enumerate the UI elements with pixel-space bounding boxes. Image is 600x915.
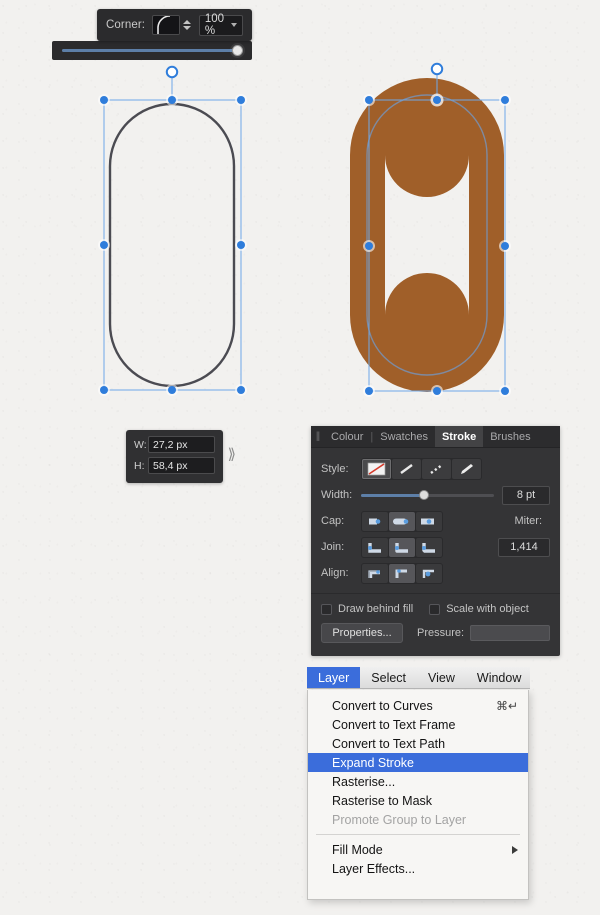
rotation-handle[interactable] [430, 62, 444, 76]
menu-layer[interactable]: Layer [307, 667, 361, 688]
width-row: Width: 8 pt [321, 482, 550, 508]
align-label: Align: [321, 567, 349, 579]
panel-bottom-row: Properties... Pressure: [311, 615, 560, 643]
rounded-corner-icon[interactable] [152, 15, 180, 35]
tab-swatches[interactable]: Swatches [373, 426, 435, 447]
pressure-curve-editor[interactable] [470, 625, 550, 641]
stroke-width-label: Width: [321, 489, 353, 501]
style-dashed-line-icon[interactable] [422, 459, 451, 479]
menu-select[interactable]: Select [360, 667, 417, 688]
menu-bar[interactable]: Layer Select View Window [307, 667, 530, 689]
menu-item-convert-to-text-frame[interactable]: Convert to Text Frame [308, 715, 528, 734]
corner-percent-value: 100 % [204, 13, 225, 37]
style-label: Style: [321, 463, 349, 475]
right-shape-group[interactable] [340, 55, 530, 415]
chevron-down-icon[interactable] [231, 23, 237, 27]
cap-round-icon[interactable] [389, 511, 415, 531]
draw-behind-fill-label: Draw behind fill [338, 603, 414, 615]
slider-fill [62, 49, 240, 52]
menu-item-expand-stroke[interactable]: Expand Stroke [308, 753, 528, 772]
menu-divider [316, 834, 520, 835]
miter-label: Miter: [514, 515, 543, 527]
dimensions-tooltip: W: 27,2 px H: 58,4 px ⟫ [126, 430, 236, 483]
menu-item-label: Fill Mode [332, 842, 383, 857]
cap-row: Cap: Miter: [321, 508, 550, 534]
cap-square-icon[interactable] [416, 511, 442, 531]
rotation-handle[interactable] [165, 65, 179, 79]
corner-percent-field[interactable]: 100 % [198, 13, 243, 37]
submenu-arrow-icon [512, 845, 518, 854]
width-row: W: 27,2 px [134, 436, 215, 453]
menu-window[interactable]: Window [466, 667, 530, 688]
panel-tab-bar[interactable]: || Colour | Swatches Stroke Brushes [311, 426, 560, 448]
slider-knob[interactable] [232, 45, 243, 56]
align-outside-icon[interactable] [416, 563, 442, 583]
properties-button[interactable]: Properties... [321, 623, 403, 643]
tab-colour[interactable]: Colour [324, 426, 370, 447]
menu-item-convert-to-text-path[interactable]: Convert to Text Path [308, 734, 528, 753]
link-ratio-icon[interactable]: ⟫ [228, 447, 236, 462]
stroke-panel-body: Style: Width: 8 pt Cap: Miter: Join: 1,4… [311, 448, 560, 586]
width-label: W: [134, 438, 147, 451]
panel-grip-icon[interactable]: || [311, 426, 324, 447]
stepper-icon[interactable] [182, 15, 191, 35]
join-button-group[interactable] [361, 536, 443, 558]
menu-item-promote-group-to-layer: Promote Group to Layer [332, 812, 467, 827]
menu-item-rasterise-to-mask[interactable]: Rasterise to Mask [308, 791, 528, 810]
checkbox-row: Draw behind fill Scale with object [311, 594, 560, 615]
style-button-group[interactable] [361, 458, 482, 480]
pressure-label: Pressure: [417, 627, 465, 639]
miter-input[interactable]: 1,414 [498, 537, 550, 557]
align-inside-icon[interactable] [362, 563, 388, 583]
menu-item-layer-effects[interactable]: Layer Effects... [308, 859, 528, 878]
width-input[interactable]: 27,2 px [148, 436, 215, 453]
join-label: Join: [321, 541, 345, 553]
stroke-width-input[interactable]: 8 pt [502, 485, 550, 505]
menu-item-shortcut: ⌘↵ [495, 698, 518, 713]
left-shape-group[interactable] [90, 60, 260, 410]
expanded-stroke-fill[interactable] [350, 78, 504, 392]
cap-label: Cap: [321, 515, 345, 527]
style-row: Style: [321, 456, 550, 482]
scale-with-object-label: Scale with object [446, 603, 529, 615]
selection-bbox [103, 99, 242, 391]
stroke-width-slider[interactable] [361, 482, 494, 508]
cap-butt-icon[interactable] [362, 511, 388, 531]
menu-view[interactable]: View [417, 667, 466, 688]
draw-behind-fill-checkbox[interactable] [321, 603, 332, 615]
corner-toolbar[interactable]: Corner: 100 % [97, 9, 252, 41]
corner-radius-slider[interactable] [52, 41, 252, 60]
align-center-icon[interactable] [389, 563, 415, 583]
layer-menu-dropdown[interactable]: Convert to Curves ⌘↵ Convert to Text Fra… [307, 690, 529, 900]
style-solid-line-icon[interactable] [392, 459, 421, 479]
align-button-group[interactable] [361, 562, 443, 584]
style-none-icon[interactable] [362, 459, 391, 479]
height-row: H: 58,4 px [134, 457, 215, 474]
join-row: Join: 1,414 [321, 534, 550, 560]
join-miter-icon[interactable] [362, 537, 388, 557]
menu-item-rasterise[interactable]: Rasterise... [308, 772, 528, 791]
menu-item-label: Convert to Curves [332, 698, 433, 713]
corner-label: Corner: [106, 19, 146, 31]
slider-fill [361, 494, 423, 497]
tab-stroke[interactable]: Stroke [434, 426, 484, 447]
join-bevel-icon[interactable] [416, 537, 442, 557]
height-input[interactable]: 58,4 px [148, 457, 215, 474]
slider-knob[interactable] [419, 490, 429, 500]
cap-button-group[interactable] [361, 510, 443, 532]
selection-handles[interactable] [98, 94, 247, 396]
join-round-icon[interactable] [389, 537, 415, 557]
height-label: H: [134, 459, 145, 472]
tab-brushes[interactable]: Brushes [483, 426, 537, 447]
stroke-panel[interactable]: || Colour | Swatches Stroke Brushes Styl… [311, 426, 560, 656]
vector-path[interactable] [108, 102, 236, 388]
menu-item-fill-mode[interactable]: Fill Mode [308, 840, 528, 859]
menu-item-convert-to-curves[interactable]: Convert to Curves ⌘↵ [308, 696, 528, 715]
style-brush-icon[interactable] [452, 459, 481, 479]
scale-with-object-checkbox[interactable] [429, 603, 441, 615]
align-row: Align: [321, 560, 550, 586]
